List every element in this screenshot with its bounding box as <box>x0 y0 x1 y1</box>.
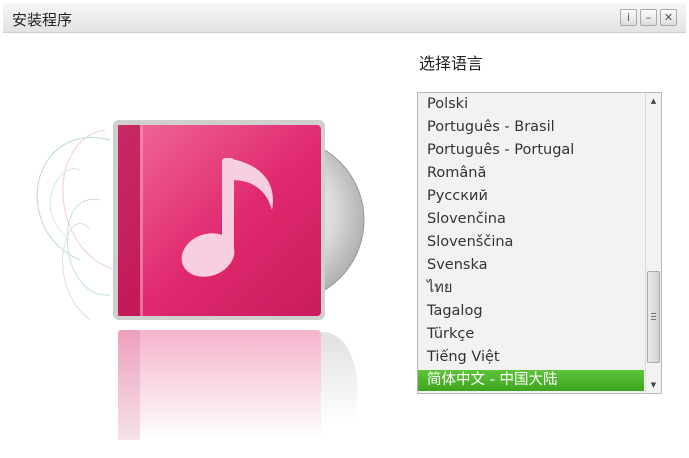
list-item[interactable]: ไทย <box>418 278 644 299</box>
list-item[interactable]: Română <box>418 163 644 184</box>
scroll-up-arrow-icon[interactable]: ▲ <box>646 94 661 108</box>
grip-line <box>651 316 656 317</box>
list-item[interactable]: Slovenčina <box>418 209 644 230</box>
info-button[interactable]: i <box>620 9 637 26</box>
list-item-selected[interactable]: 简体中文 - 中国大陆 <box>418 370 644 391</box>
language-heading: 选择语言 <box>419 54 484 73</box>
app-icon-area <box>10 80 410 450</box>
list-item[interactable]: Português - Portugal <box>418 140 644 161</box>
list-item[interactable]: Tiếng Việt <box>418 347 644 368</box>
list-item[interactable]: Slovenščina <box>418 232 644 253</box>
list-item[interactable]: Polski <box>418 94 644 115</box>
list-item[interactable]: Türkçe <box>418 324 644 345</box>
scroll-down-arrow-icon[interactable]: ▼ <box>646 378 661 392</box>
minimize-button[interactable]: – <box>640 9 657 26</box>
grip-line <box>651 319 656 320</box>
window-title: 安装程序 <box>12 11 73 29</box>
list-scrollbar[interactable]: ▲ ▼ <box>645 93 661 393</box>
list-item[interactable]: Tagalog <box>418 301 644 322</box>
music-album-icon <box>36 120 365 440</box>
scroll-thumb[interactable] <box>647 271 660 363</box>
decorative-swirls <box>36 129 116 321</box>
grip-line <box>651 313 656 314</box>
list-item[interactable]: Русский <box>418 186 644 207</box>
close-button[interactable]: ✕ <box>660 9 677 26</box>
title-bar: 安装程序 i – ✕ <box>3 3 686 33</box>
list-item[interactable]: Português - Brasil <box>418 117 644 138</box>
list-item[interactable]: Svenska <box>418 255 644 276</box>
language-list[interactable]: Polski Português - Brasil Português - Po… <box>417 92 662 394</box>
album-cover <box>118 125 321 316</box>
